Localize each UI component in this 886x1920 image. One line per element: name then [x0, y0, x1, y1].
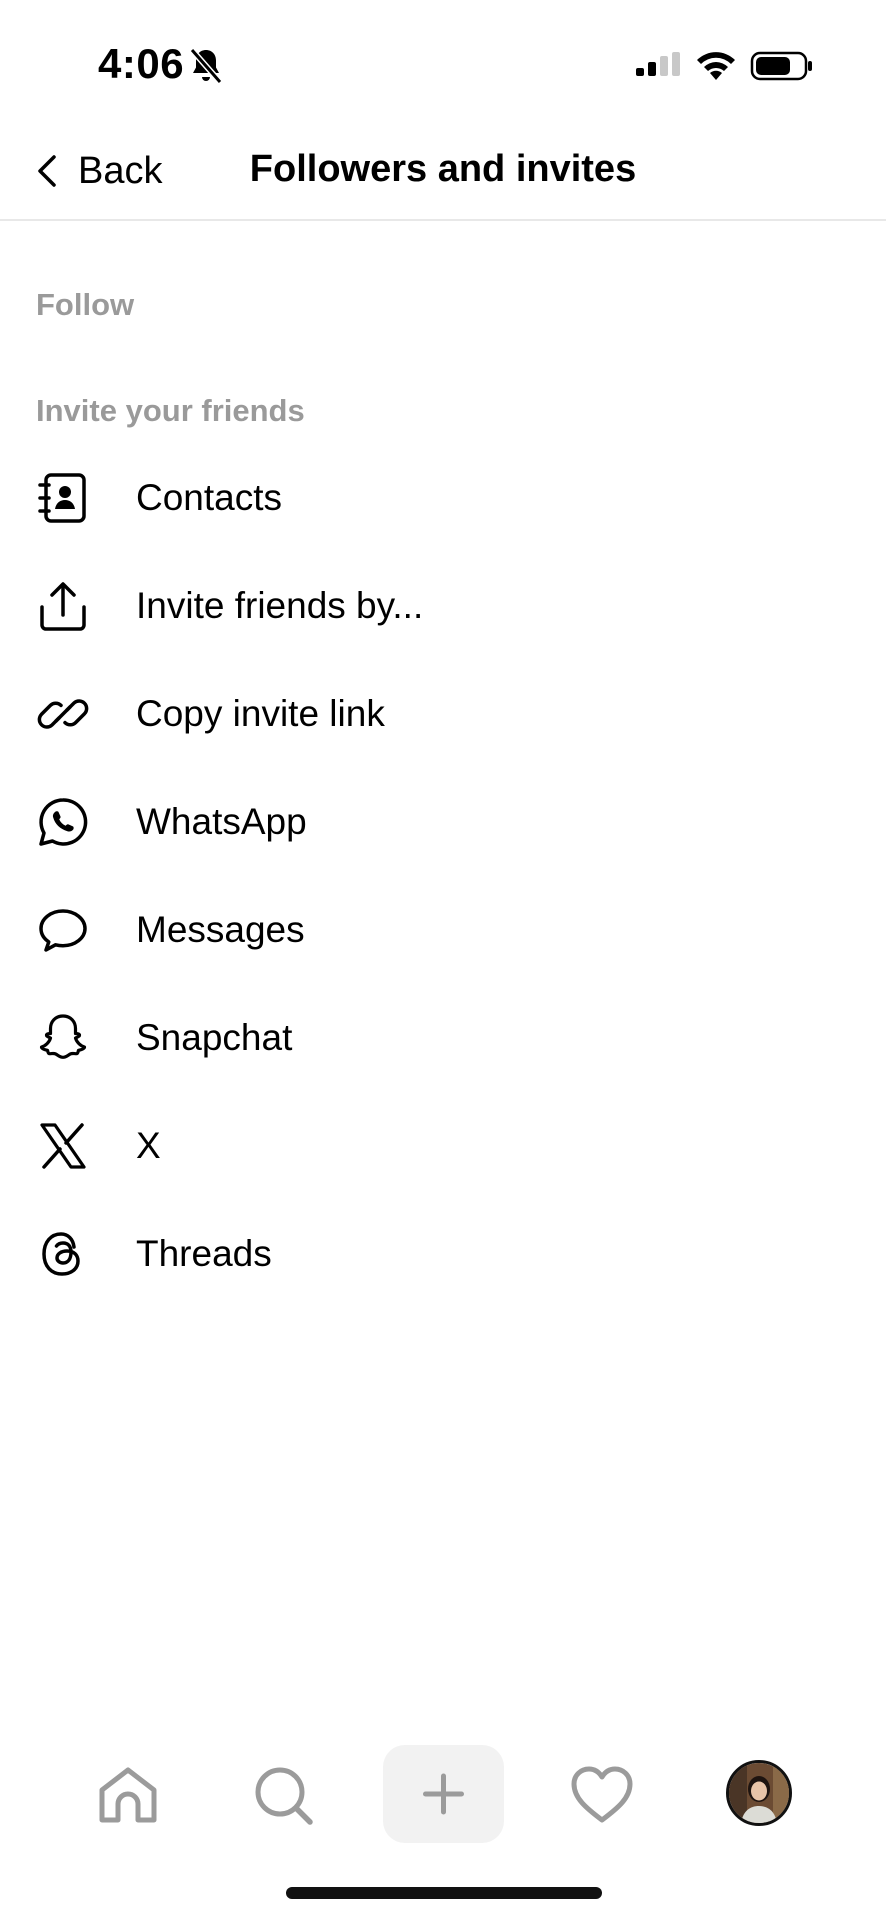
snapchat-ghost-icon: [36, 1011, 90, 1065]
x-logo-icon: [36, 1119, 90, 1173]
page-title: Followers and invites: [249, 148, 637, 190]
invite-item-x[interactable]: X: [0, 1092, 886, 1200]
tab-activity[interactable]: [568, 1762, 636, 1830]
section-label-follow: Follow: [36, 287, 135, 322]
bottom-tab-bar: [0, 1740, 886, 1850]
search-icon: [255, 1767, 313, 1825]
bell-slash-icon: [189, 48, 223, 84]
invite-item-contacts[interactable]: Contacts: [0, 444, 886, 552]
status-time: 4:06: [98, 40, 185, 87]
invite-item-label: Invite friends by...: [136, 585, 424, 626]
invite-item-whatsapp[interactable]: WhatsApp: [0, 768, 886, 876]
tab-search[interactable]: [250, 1762, 318, 1830]
invite-item-label: Messages: [136, 909, 305, 950]
invite-item-copy-link[interactable]: Copy invite link: [0, 660, 886, 768]
invite-item-label: X: [136, 1125, 161, 1166]
cellular-signal-icon: [636, 52, 680, 76]
link-icon: [36, 687, 90, 741]
invite-item-label: Contacts: [136, 477, 283, 518]
heart-icon: [571, 1766, 633, 1823]
share-upload-icon: [36, 579, 90, 633]
status-bar: 4:06: [0, 0, 886, 120]
tab-profile[interactable]: [726, 1760, 792, 1826]
section-label-invite: Invite your friends: [36, 393, 305, 428]
home-indicator: [286, 1887, 602, 1899]
whatsapp-icon: [36, 795, 90, 849]
invite-item-label: Snapchat: [136, 1017, 293, 1058]
profile-avatar: [729, 1763, 789, 1823]
invite-item-snapchat[interactable]: Snapchat: [0, 984, 886, 1092]
invite-item-share[interactable]: Invite friends by...: [0, 552, 886, 660]
contacts-book-icon: [36, 471, 90, 525]
top-nav-bar: Back Followers and invites: [0, 120, 886, 221]
invite-item-threads[interactable]: Threads: [0, 1200, 886, 1308]
plus-icon: [423, 1773, 464, 1815]
threads-logo-icon: [36, 1227, 90, 1281]
invite-options-list: Contacts Invite friends by... Copy invit…: [0, 444, 886, 1308]
tab-new-post[interactable]: [383, 1745, 504, 1843]
tab-home[interactable]: [94, 1762, 162, 1830]
followers-invites-screen: 4:06 Back Followers and invites Follow I…: [0, 0, 886, 1920]
message-bubble-icon: [36, 903, 90, 957]
home-icon: [99, 1767, 157, 1823]
invite-item-label: Threads: [136, 1233, 272, 1274]
invite-item-messages[interactable]: Messages: [0, 876, 886, 984]
battery-icon: [750, 51, 812, 81]
wifi-icon: [697, 52, 735, 80]
invite-item-label: WhatsApp: [136, 801, 307, 842]
invite-item-label: Copy invite link: [136, 693, 385, 734]
